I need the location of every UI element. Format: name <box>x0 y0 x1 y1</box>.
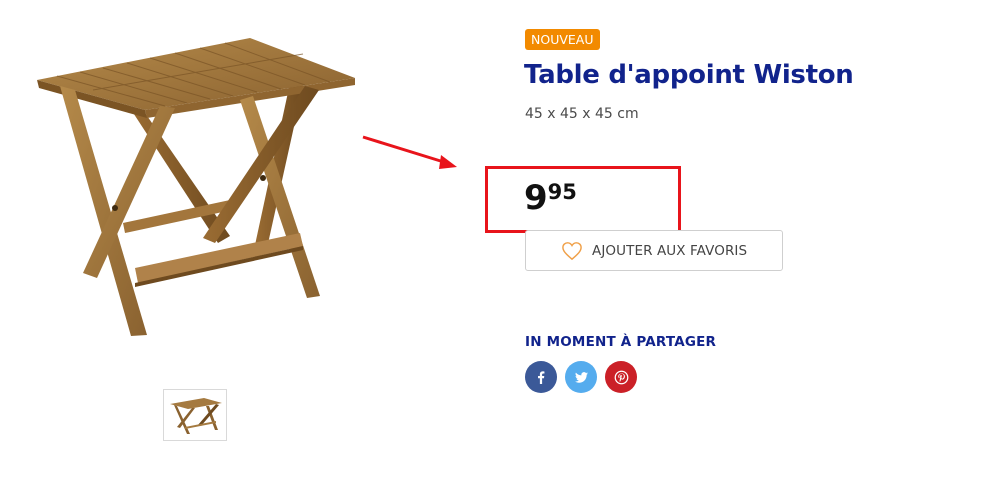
new-badge: NOUVEAU <box>525 29 600 50</box>
facebook-share-button[interactable] <box>525 361 557 393</box>
price-decimals: 95 <box>547 180 577 204</box>
product-thumbnail[interactable] <box>163 389 227 441</box>
facebook-icon <box>538 370 545 384</box>
share-title: IN MOMENT À PARTAGER <box>525 334 717 350</box>
product-dimensions: 45 x 45 x 45 cm <box>525 106 639 122</box>
pinterest-share-button[interactable] <box>605 361 637 393</box>
product-title: Table d'appoint Wiston <box>524 60 854 90</box>
product-image <box>35 38 360 343</box>
folding-table-illustration <box>37 38 355 336</box>
product-price: 995 <box>524 178 577 218</box>
share-buttons <box>525 361 637 393</box>
folding-table-thumbnail-image <box>170 398 222 434</box>
annotation-arrow <box>362 135 457 169</box>
twitter-share-button[interactable] <box>565 361 597 393</box>
pinterest-icon <box>614 370 628 384</box>
annotation-highlight-box <box>485 166 681 233</box>
heart-icon <box>562 242 582 261</box>
add-to-favorites-label: AJOUTER AUX FAVORIS <box>592 242 748 259</box>
twitter-icon <box>574 371 588 383</box>
add-to-favorites-button[interactable]: AJOUTER AUX FAVORIS <box>525 230 783 271</box>
price-integer: 9 <box>524 178 548 218</box>
